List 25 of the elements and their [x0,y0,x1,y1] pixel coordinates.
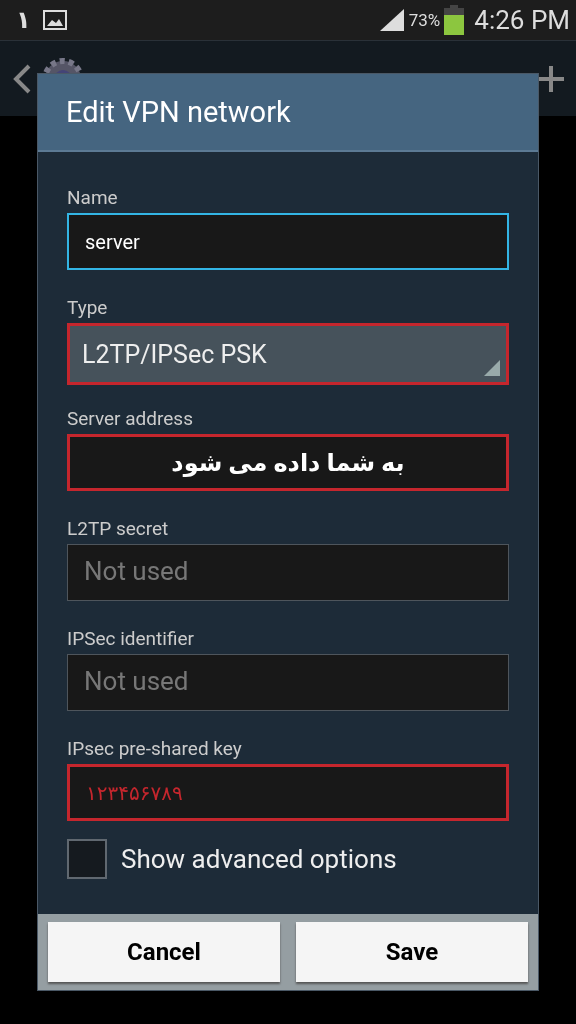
field-label: Type [67,296,109,319]
image-icon [42,10,67,30]
input-field[interactable]: Not used [67,654,509,711]
dialog-title: Edit VPN network [66,95,291,129]
back-icon[interactable] [12,63,32,94]
clock: 4:26 PM [474,5,570,35]
input-field[interactable]: Not used [67,544,509,601]
dropdown-corner-icon [484,360,500,376]
add-icon[interactable] [538,65,564,92]
battery-icon [444,5,465,35]
field-label: Server address [67,407,194,430]
notification-number: ١ [16,6,31,34]
type-dropdown[interactable]: L2TP/IPSec PSK [67,323,509,385]
field-label: Name [67,186,119,209]
dialog-button[interactable]: Cancel [48,922,280,982]
input-field[interactable]: server [67,213,509,270]
signal-icon [378,9,405,31]
battery-percent: 73% [408,10,441,30]
input-field[interactable]: به شما داده می شود [67,434,509,491]
field-label: L2TP secret [67,517,170,540]
checkbox[interactable] [67,839,107,879]
field-label: IPsec pre-shared key [67,737,243,760]
checkbox-label[interactable]: Show advanced options [121,844,397,874]
dialog-button[interactable]: Save [296,922,528,982]
field-label: IPSec identifier [67,627,195,650]
